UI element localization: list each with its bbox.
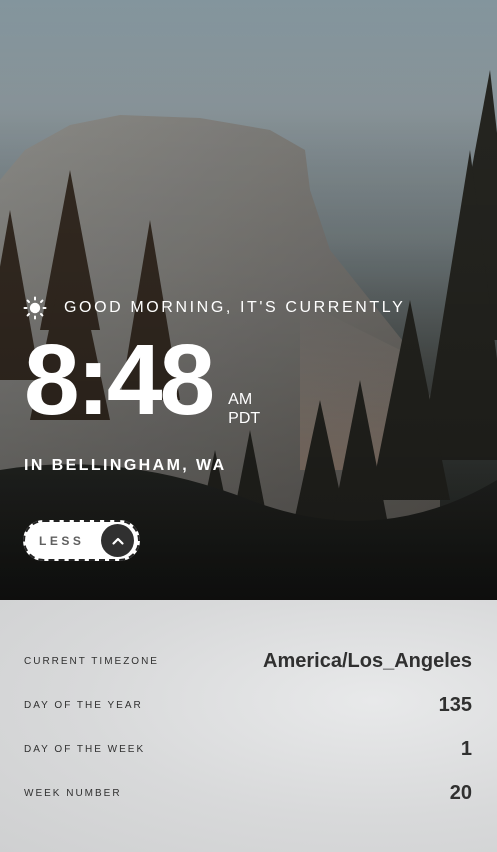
detail-label: DAY OF THE YEAR [24,700,143,711]
detail-value: 135 [438,694,472,716]
location-label: IN BELLINGHAM, WA [24,457,227,474]
detail-row-timezone: CURRENT TIMEZONE America/Los_Angeles [24,650,472,673]
current-time: 8:48 [24,324,215,436]
detail-value: America/Los_Angeles [263,650,472,672]
detail-row-day-of-year: DAY OF THE YEAR 135 [24,694,472,717]
detail-row-day-of-week: DAY OF THE WEEK 1 [24,738,472,761]
sun-icon [23,296,47,320]
details-panel: CURRENT TIMEZONE America/Los_Angeles DAY… [0,600,497,852]
time-suffix: AM PDT [228,390,260,428]
detail-row-week-number: WEEK NUMBER 20 [24,782,472,805]
detail-label: DAY OF THE WEEK [24,744,146,755]
detail-label: WEEK NUMBER [24,788,122,799]
clock: 8:48 AM PDT [24,330,260,430]
chevron-up-icon[interactable] [101,524,134,557]
detail-value: 20 [449,782,472,804]
detail-value: 1 [460,738,472,760]
greeting-text: GOOD MORNING, IT'S CURRENTLY [64,299,406,316]
greeting: GOOD MORNING, IT'S CURRENTLY [23,296,405,320]
less-button[interactable]: LESS [23,520,140,561]
detail-label: CURRENT TIMEZONE [24,656,159,667]
am-pm-label: AM [228,391,253,408]
less-button-label: LESS [39,533,85,548]
timezone-abbreviation: PDT [228,410,261,427]
